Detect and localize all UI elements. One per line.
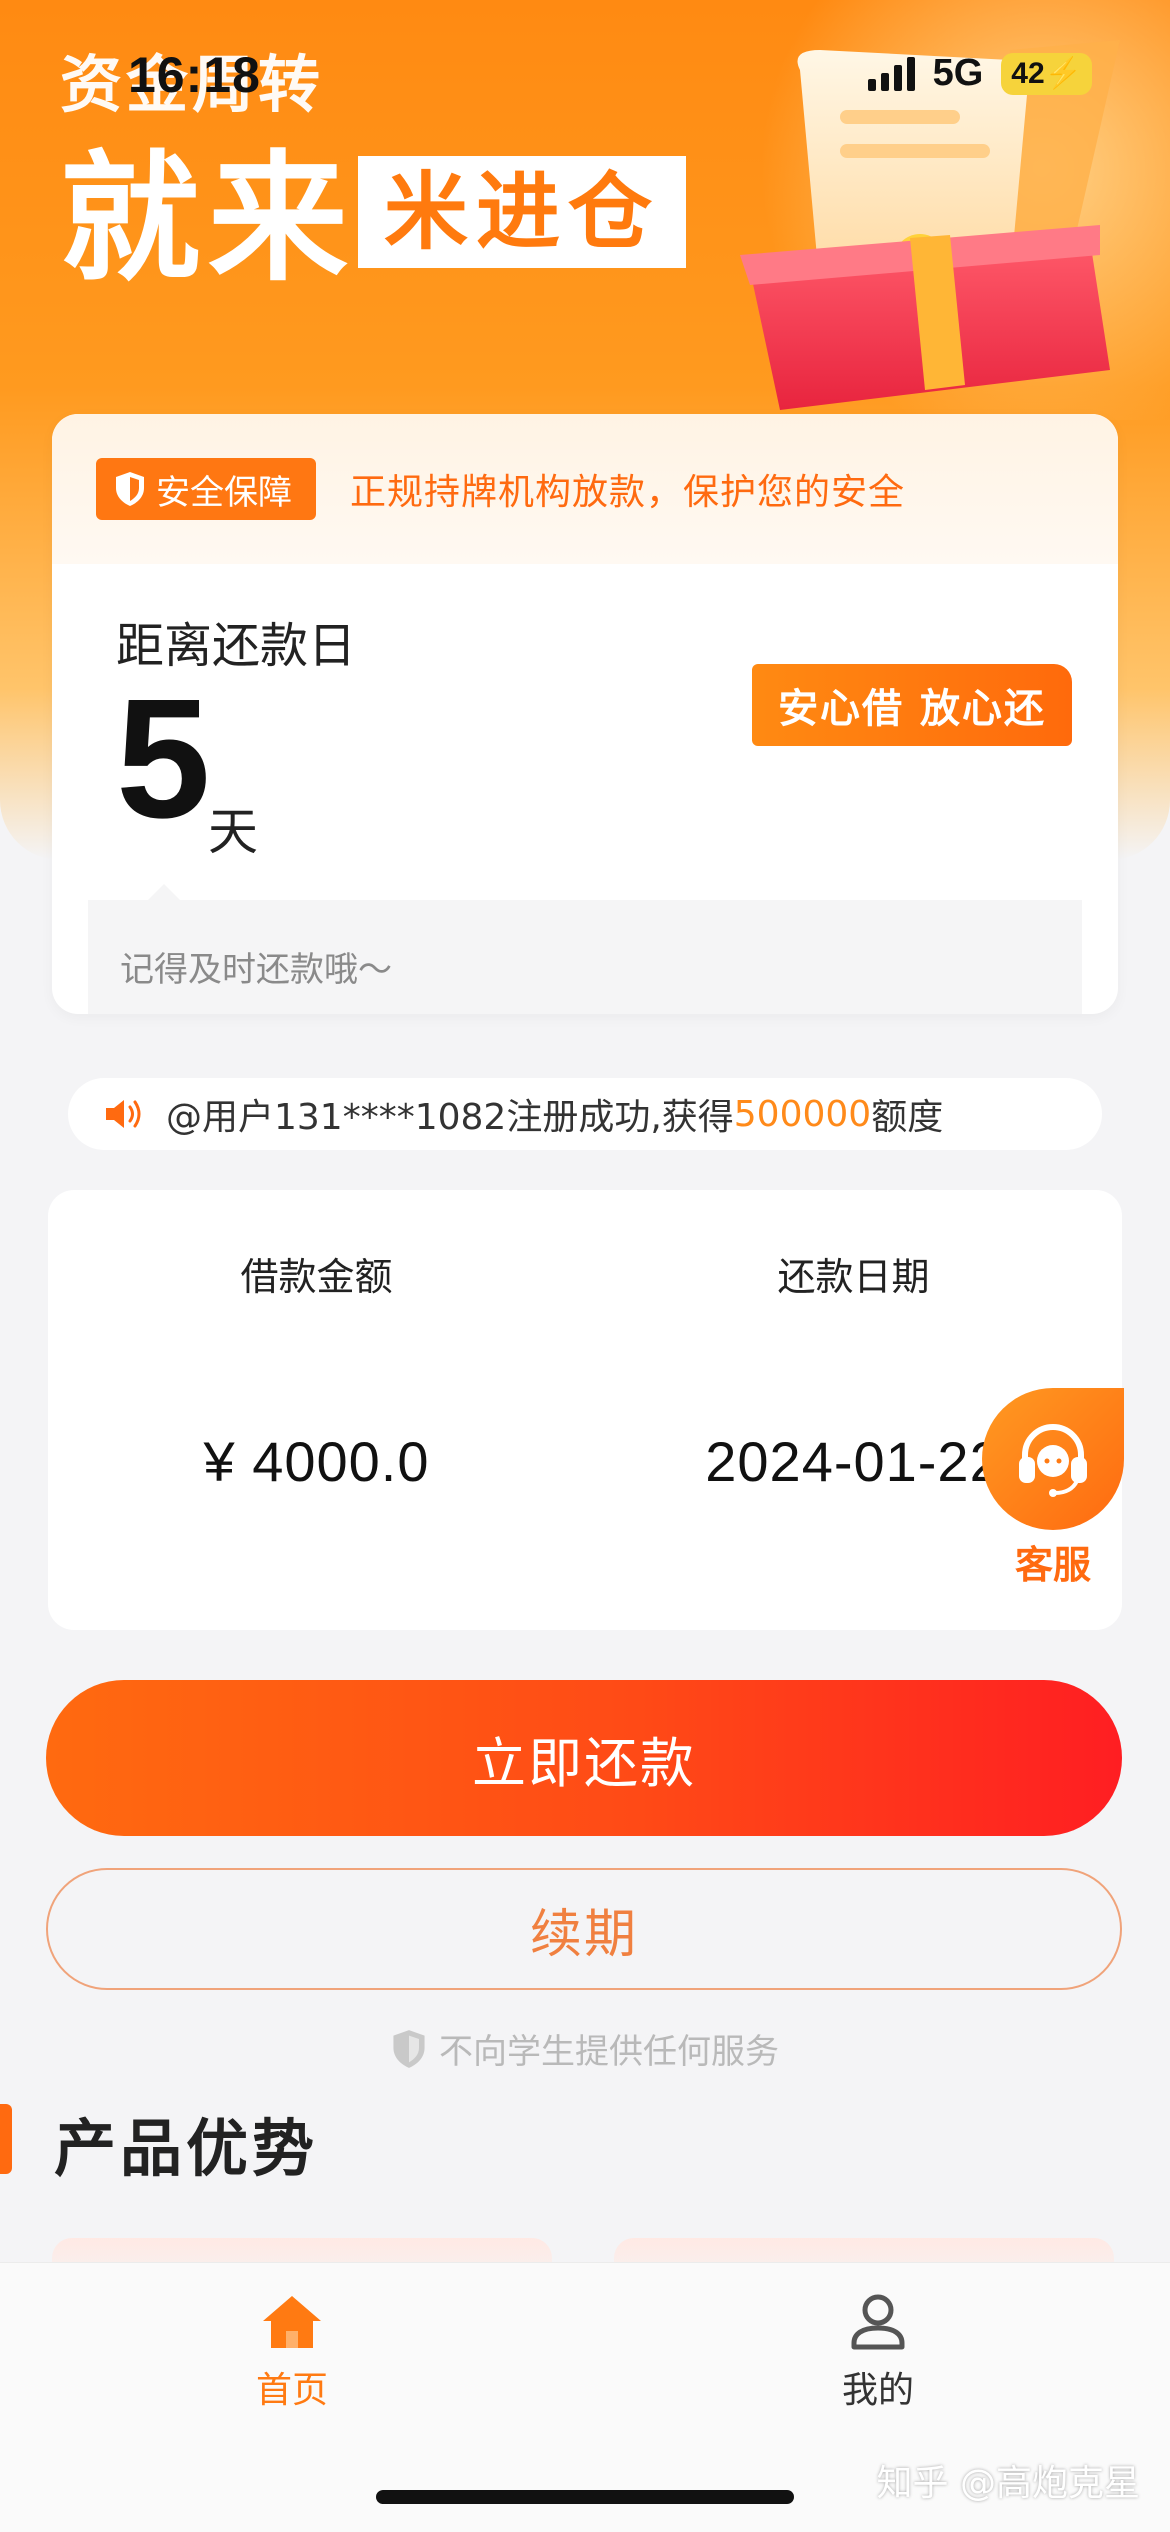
section-accent-bar [0,2104,12,2174]
loan-amount-label: 借款金额 [240,1255,393,1299]
status-time: 16:18 [128,47,261,103]
tab-home-label[interactable]: 首页 [142,2361,442,2413]
speaker-icon [106,1100,141,1128]
notice-amount: 500000 [733,1093,872,1135]
hero-title: 就来 [60,138,357,301]
shield-icon [393,2029,425,2068]
renew-button[interactable]: 续期 [46,1868,1122,1990]
gift-box-illustration [740,40,1120,410]
battery-level: 42 [1011,56,1045,90]
shield-icon [116,472,144,506]
service-circle[interactable] [982,1388,1124,1530]
repay-date-label: 还款日期 [777,1255,930,1299]
safety-badge-label: 安全保障 [156,472,292,513]
disclaimer-text: 不向学生提供任何服务 [439,2032,779,2072]
loan-amount-value: ¥ 4000.0 [203,1430,430,1493]
registration-notice: @用户131****1082注册成功,获得 500000 额度 [68,1078,1102,1150]
signal-icon [867,56,915,91]
safety-bar: 安全保障 正规持牌机构放款，保护您的安全 [52,414,1118,564]
service-label[interactable]: 客服 [982,1534,1124,1589]
watermark: 知乎 @高炮克星 [876,2463,1140,2504]
safety-text: 正规持牌机构放款，保护您的安全 [350,472,906,513]
loan-info-card: 借款金额 ¥ 4000.0 还款日期 2024-01-22 [48,1190,1122,1630]
tab-mine-label[interactable]: 我的 [728,2361,1028,2413]
headset-icon [1019,1423,1087,1497]
user-icon [851,2294,905,2350]
battery-indicator: 42⚡ [1001,52,1092,95]
network-type: 5G [932,52,984,94]
loan-amount-column: 借款金额 ¥ 4000.0 [48,1190,585,1494]
notice-prefix: @用户131****1082注册成功,获得 [166,1097,734,1138]
home-indicator [376,2490,794,2504]
repay-reminder: 记得及时还款哦～ [88,884,1082,1014]
tab-home[interactable]: 首页 [142,2293,442,2413]
charging-icon: ⚡ [1044,56,1082,90]
countdown-unit: 天 [208,803,258,861]
notice-suffix: 额度 [871,1097,944,1138]
slogan-badge: 安心借 放心还 [752,664,1072,746]
countdown-card: 安全保障 正规持牌机构放款，保护您的安全 距离还款日 5 天 安心借 放心还 记… [52,414,1118,1014]
safety-badge: 安全保障 [96,458,316,520]
countdown-days: 5 [116,664,211,854]
customer-service-button[interactable]: 客服 [982,1388,1124,1587]
student-disclaimer: 不向学生提供任何服务 [0,2024,1170,2073]
hero-title-tag: 米进仓 [358,156,687,269]
status-indicators: 5G 42⚡ [867,52,1092,95]
repay-now-button[interactable]: 立即还款 [46,1680,1122,1836]
section-title: 产品优势 [54,2112,319,2185]
tab-mine[interactable]: 我的 [728,2293,1028,2413]
home-icon [263,2296,321,2348]
